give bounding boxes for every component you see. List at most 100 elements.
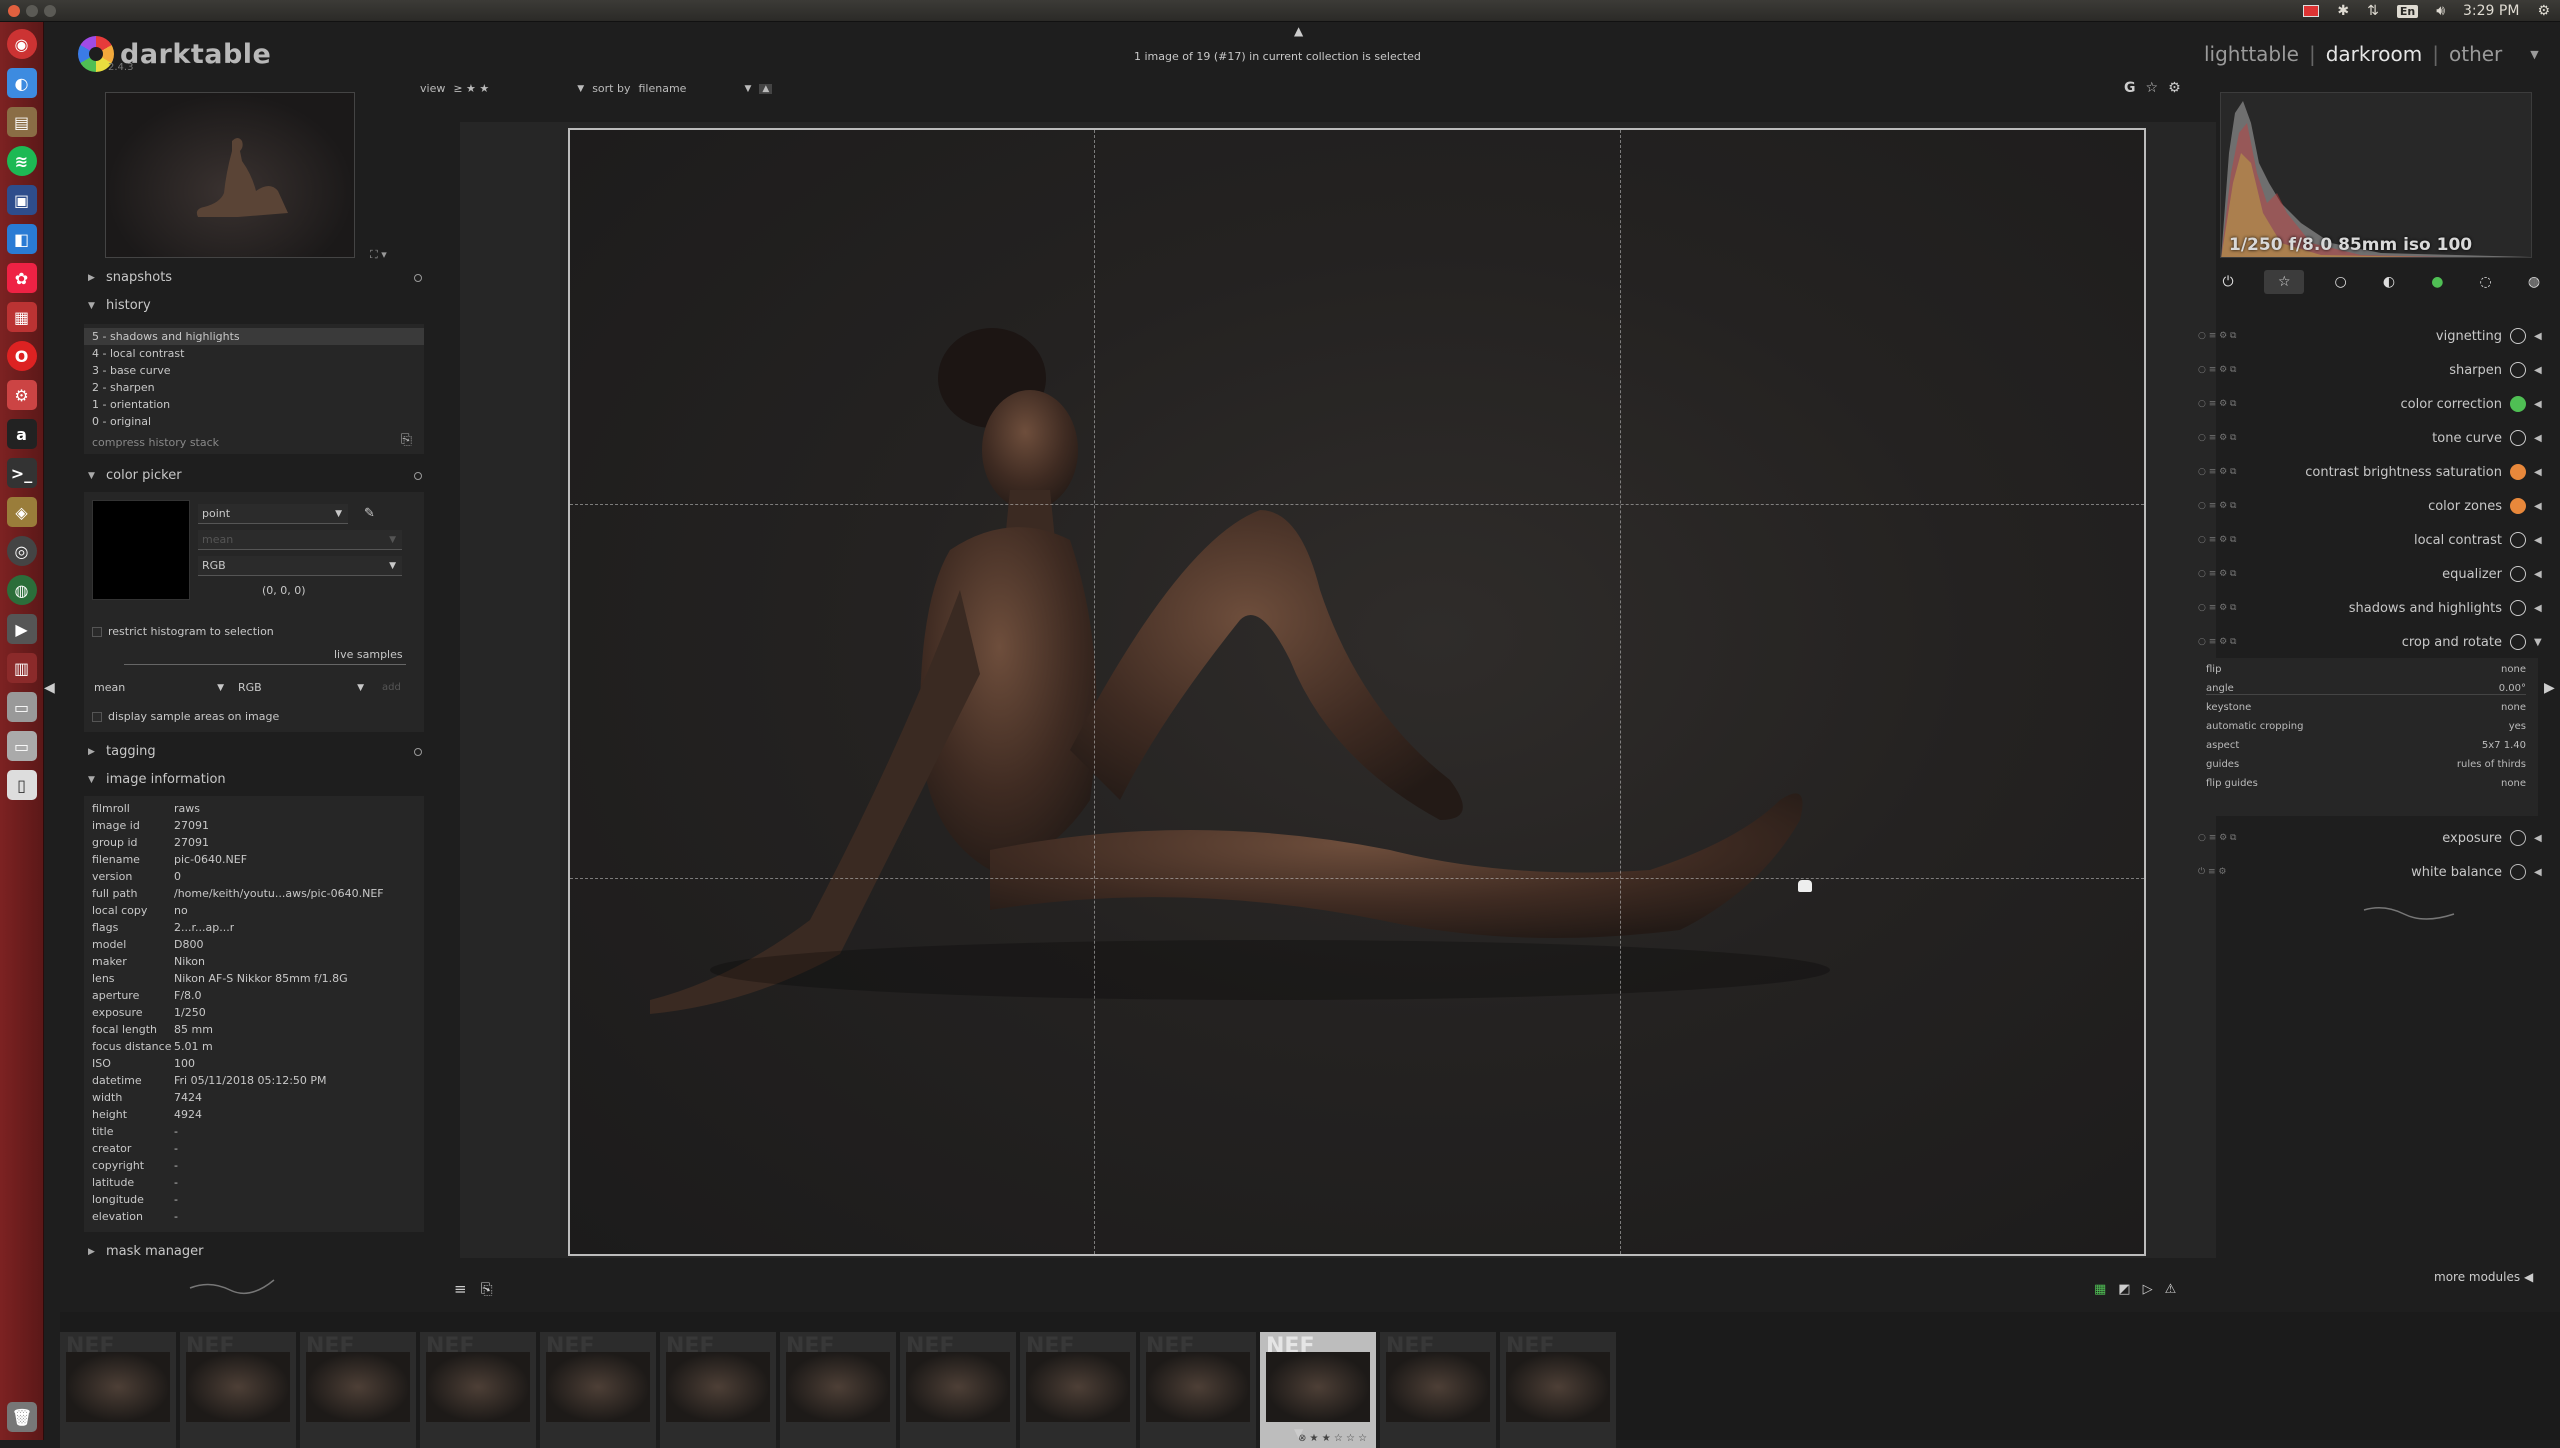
history-item[interactable]: 0 - original (84, 413, 424, 430)
module-controls[interactable]: ○ ≡ ⚙ ⧉ (2194, 833, 2274, 843)
restrict-histogram-checkbox[interactable] (92, 627, 102, 637)
snapshots-header[interactable]: ▶ snapshots (88, 270, 438, 285)
picker-mode-select[interactable]: point ▼ (198, 504, 348, 524)
crop-angle-row[interactable]: angle 0.00° (2206, 683, 2526, 694)
window-close-button[interactable] (8, 4, 20, 17)
view-lighttable[interactable]: lighttable (2204, 42, 2299, 66)
crop-guides-row[interactable]: guides rules of thirds (2206, 759, 2526, 770)
launcher-terminal-icon[interactable]: >_ (6, 458, 37, 488)
launcher-settings-icon[interactable]: ⚙ (6, 380, 37, 410)
filmstrip-thumbnail[interactable]: NEF (1380, 1332, 1496, 1448)
dropbox-icon[interactable]: ✱ (2337, 3, 2349, 19)
angle-slider-track[interactable] (2206, 694, 2526, 695)
chevron-down-icon[interactable]: ▼ (577, 84, 584, 94)
effect-group-icon[interactable]: ◍ (2522, 270, 2546, 294)
launcher-trash-icon[interactable]: 🗑︎ (7, 1402, 37, 1432)
sample-model-select[interactable]: RGB ▼ (234, 678, 370, 698)
picker-stat-select[interactable]: mean ▼ (198, 530, 402, 550)
launcher-dash-icon[interactable]: ◉ (6, 29, 37, 59)
sort-order-toggle[interactable]: ▲ (759, 83, 773, 94)
module-expand-arrow-icon[interactable]: ◀ (2534, 365, 2544, 376)
softproof-icon[interactable]: ◩ (2118, 1282, 2130, 1297)
module-expand-arrow-icon[interactable]: ◀ (2534, 467, 2544, 478)
thumbnail-rating-stars[interactable]: ⊗ ★ ★ ☆ ☆ ☆ (1298, 1433, 1367, 1444)
basic-group-icon[interactable]: ○ (2329, 270, 2353, 294)
launcher-video-icon[interactable]: ▶ (6, 614, 37, 644)
rating-filter[interactable]: ≥ ★ ★ (453, 82, 489, 95)
module-controls[interactable]: ○ ≡ ⚙ ⧉ (2194, 637, 2274, 647)
filmstrip-thumbnail[interactable]: NEF (300, 1332, 416, 1448)
module-crop-and-rotate[interactable]: ○ ≡ ⚙ ⧉ crop and rotate ▼ (2194, 630, 2544, 654)
snapshots-reset-icon[interactable] (414, 273, 422, 282)
chevron-down-icon[interactable]: ▼ (2530, 48, 2538, 61)
image-information-header[interactable]: ▼ image information (88, 772, 438, 787)
styles-icon[interactable]: ⎘ (481, 1280, 493, 1298)
crop-flip-row[interactable]: flip none (2206, 664, 2526, 675)
module-expand-arrow-icon[interactable]: ◀ (2534, 867, 2544, 878)
clock[interactable]: 3:29 PM (2463, 3, 2519, 19)
filmstrip-thumbnail[interactable]: NEF (60, 1332, 176, 1448)
module-expand-arrow-icon[interactable]: ◀ (2534, 433, 2544, 444)
history-style-icon[interactable]: ⎘ (401, 432, 412, 448)
filmstrip-thumbnail[interactable]: NEF (780, 1332, 896, 1448)
crop-flip-guides-row[interactable]: flip guides none (2206, 778, 2526, 789)
picker-eyedropper-icon[interactable]: ✎ (364, 506, 375, 521)
module-controls[interactable]: ○ ≡ ⚙ ⧉ (2194, 365, 2274, 375)
launcher-app4-icon[interactable]: ◎ (6, 536, 37, 566)
history-item[interactable]: 4 - local contrast (84, 345, 424, 362)
tone-group-icon[interactable]: ◐ (2377, 270, 2401, 294)
add-sample-button[interactable]: add (382, 682, 401, 693)
grouping-icon[interactable]: G (2124, 80, 2136, 96)
module-tone-curve[interactable]: ○ ≡ ⚙ ⧉ tone curve ◀ (2194, 426, 2544, 450)
collapse-top-panel-arrow[interactable]: ▲ (1294, 24, 1303, 38)
tagging-header[interactable]: ▶ tagging (88, 744, 438, 759)
compress-history-button[interactable]: compress history stack (84, 436, 424, 449)
overlay-star-icon[interactable]: ☆ (2146, 80, 2159, 96)
settings-gear-icon[interactable]: ⚙ (2537, 3, 2550, 19)
filmstrip-thumbnail[interactable]: NEF (1140, 1332, 1256, 1448)
crop-keystone-row[interactable]: keystone none (2206, 702, 2526, 713)
module-controls[interactable]: ○ ≡ ⚙ ⧉ (2194, 399, 2274, 409)
module-expand-arrow-icon[interactable]: ◀ (2534, 603, 2544, 614)
launcher-monitor-icon[interactable]: ▣ (6, 185, 37, 215)
launcher-drive-icon[interactable]: ▭ (6, 692, 37, 722)
module-white-balance[interactable]: ⏻ ≡ ⚙ white balance ◀ (2194, 860, 2544, 884)
launcher-browser-icon[interactable]: ◐ (6, 68, 37, 98)
filmstrip-thumbnail[interactable]: NEF (540, 1332, 656, 1448)
module-expand-arrow-icon[interactable]: ◀ (2534, 501, 2544, 512)
gamut-check-icon[interactable]: ▷ (2143, 1282, 2153, 1297)
history-item[interactable]: 2 - sharpen (84, 379, 424, 396)
quick-access-menu-icon[interactable]: ≡ (454, 1280, 467, 1298)
launcher-amazon-icon[interactable]: a (6, 419, 37, 449)
histogram[interactable]: 1/250 f/8.0 85mm iso 100 (2220, 92, 2532, 258)
indicator-icon[interactable] (2303, 5, 2320, 17)
sample-stat-select[interactable]: mean ▼ (90, 678, 230, 698)
filmstrip-thumbnail[interactable]: NEF (180, 1332, 296, 1448)
filmstrip-thumbnail[interactable]: NEF (420, 1332, 536, 1448)
module-vignetting[interactable]: ○ ≡ ⚙ ⧉ vignetting ◀ (2194, 324, 2544, 348)
crop-auto-row[interactable]: automatic cropping yes (2206, 721, 2526, 732)
module-expand-arrow-icon[interactable]: ◀ (2534, 535, 2544, 546)
launcher-app6-icon[interactable]: ▥ (6, 653, 37, 683)
more-modules-button[interactable]: more modules ◀ (2434, 1270, 2533, 1284)
color-assessment-icon[interactable]: ▦ (2094, 1282, 2106, 1297)
module-exposure[interactable]: ○ ≡ ⚙ ⧉ exposure ◀ (2194, 826, 2544, 850)
module-controls[interactable]: ○ ≡ ⚙ ⧉ (2194, 535, 2274, 545)
module-shadows-and-highlights[interactable]: ○ ≡ ⚙ ⧉ shadows and highlights ◀ (2194, 596, 2544, 620)
image-view[interactable] (568, 128, 2146, 1256)
collapse-left-panel-arrow[interactable]: ◀ (44, 680, 55, 696)
module-local-contrast[interactable]: ○ ≡ ⚙ ⧉ local contrast ◀ (2194, 528, 2544, 552)
module-expand-arrow-icon[interactable]: ◀ (2534, 399, 2544, 410)
mask-manager-header[interactable]: ▶ mask manager (88, 1244, 438, 1259)
display-samples-checkbox[interactable] (92, 712, 102, 722)
module-expand-arrow-icon[interactable]: ◀ (2534, 331, 2544, 342)
module-controls[interactable]: ○ ≡ ⚙ ⧉ (2194, 603, 2274, 613)
module-expand-arrow-icon[interactable]: ▼ (2534, 637, 2544, 648)
tagging-reset-icon[interactable] (414, 747, 422, 756)
launcher-files-icon[interactable]: ▤ (6, 107, 37, 137)
launcher-app-icon[interactable]: ◧ (6, 224, 37, 254)
module-equalizer[interactable]: ○ ≡ ⚙ ⧉ equalizer ◀ (2194, 562, 2544, 586)
view-darkroom[interactable]: darkroom (2326, 42, 2423, 66)
launcher-app2-icon[interactable]: ▦ (6, 302, 37, 332)
preferences-gear-icon[interactable]: ⚙ (2168, 80, 2181, 96)
